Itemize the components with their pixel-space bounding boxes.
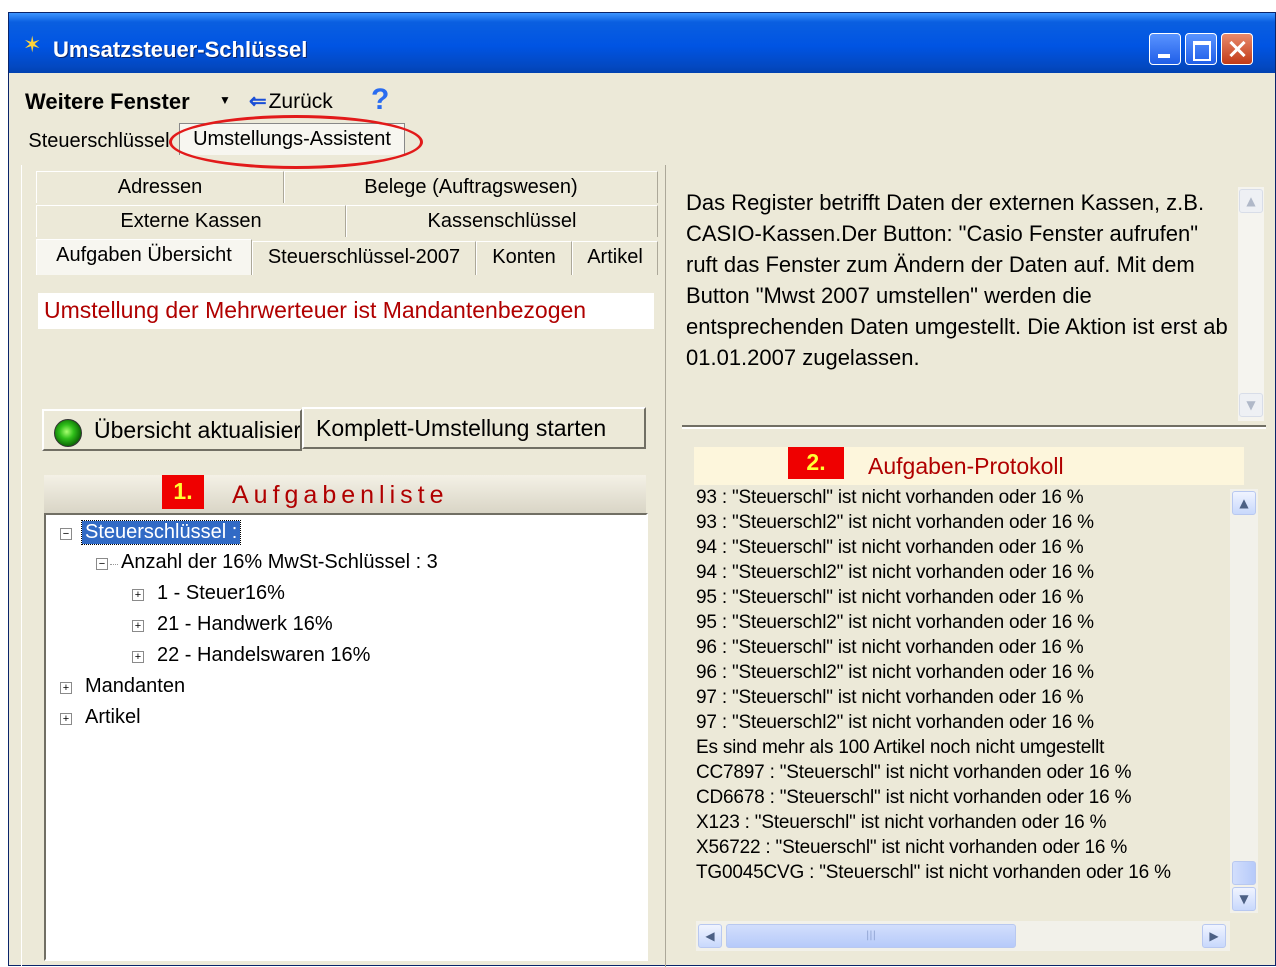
tree-label[interactable]: Artikel: [82, 706, 144, 729]
protocol-line: 94 : "Steuerschl2" ist nicht vorhanden o…: [696, 562, 1094, 583]
tree-toggle-icon[interactable]: −: [60, 528, 72, 540]
protocol-line: 95 : "Steuerschl" ist nicht vorhanden od…: [696, 587, 1084, 608]
scroll-down-icon[interactable]: ▼: [1232, 887, 1256, 911]
pane-divider[interactable]: [682, 425, 1266, 429]
back-arrow-icon: ⇐: [249, 90, 267, 113]
scroll-up-icon[interactable]: ▲: [1232, 491, 1256, 515]
scroll-left-icon[interactable]: ◀: [698, 924, 722, 948]
tree-label[interactable]: Mandanten: [82, 675, 188, 698]
protocol-line: X56722 : "Steuerschl" ist nicht vorhande…: [696, 837, 1128, 858]
back-label: Zurück: [268, 90, 333, 113]
tab-artikel[interactable]: Artikel: [572, 241, 658, 275]
protocol-line: TG0045CVG : "Steuerschl" ist nicht vorha…: [696, 862, 1171, 883]
close-button[interactable]: [1221, 33, 1253, 65]
tab-adressen[interactable]: Adressen: [36, 171, 284, 203]
annotation-ellipse: [169, 115, 423, 169]
tree-label[interactable]: 22 - Handelswaren 16%: [154, 644, 373, 667]
protocol-line: 94 : "Steuerschl" ist nicht vorhanden od…: [696, 537, 1084, 558]
protocol-line: 95 : "Steuerschl2" ist nicht vorhanden o…: [696, 612, 1094, 633]
protocol-line: 93 : "Steuerschl" ist nicht vorhanden od…: [696, 487, 1084, 508]
tab-steuerschluessel[interactable]: Steuerschlüssel: [19, 127, 179, 157]
mandant-banner: Umstellung der Mehrwerteuer ist Mandante…: [38, 293, 654, 329]
top-gap: [0, 0, 1276, 12]
tree-toggle-icon[interactable]: +: [132, 589, 144, 601]
dropdown-arrow-icon[interactable]: ▼: [219, 93, 231, 107]
scroll-right-icon[interactable]: ▶: [1202, 924, 1226, 948]
tree-label[interactable]: 21 - Handwerk 16%: [154, 613, 336, 636]
info-text: Das Register betrifft Daten der externen…: [682, 185, 1238, 423]
task-tree[interactable]: − Steuerschlüssel : − Anzahl der 16% MwS…: [44, 513, 648, 961]
task-list-header: 1. Aufgabenliste: [44, 475, 646, 513]
scroll-down-icon[interactable]: ▼: [1239, 393, 1263, 417]
protocol-line: 96 : "Steuerschl" ist nicht vorhanden od…: [696, 637, 1084, 658]
protocol-vertical-scrollbar[interactable]: ▲ ▼: [1230, 489, 1258, 913]
protocol-line: CC7897 : "Steuerschl" ist nicht vorhande…: [696, 762, 1132, 783]
start-conversion-button[interactable]: Komplett-Umstellung starten: [302, 407, 646, 449]
more-windows-menu[interactable]: Weitere Fenster: [25, 89, 190, 115]
scroll-up-icon[interactable]: ▲: [1239, 189, 1263, 213]
info-scrollbar[interactable]: ▲ ▼: [1238, 187, 1264, 421]
protocol-list[interactable]: 93 : "Steuerschl" ist nicht vorhanden od…: [694, 485, 1260, 959]
tree-toggle-icon[interactable]: +: [60, 713, 72, 725]
tab-belege[interactable]: Belege (Auftragswesen): [284, 171, 658, 203]
tree-connector: [110, 564, 118, 565]
protocol-line: Es sind mehr als 100 Artikel noch nicht …: [696, 737, 1105, 758]
maximize-button[interactable]: [1185, 33, 1217, 65]
protocol-line: 97 : "Steuerschl2" ist nicht vorhanden o…: [696, 712, 1094, 733]
protocol-line: 93 : "Steuerschl2" ist nicht vorhanden o…: [696, 512, 1094, 533]
wand-icon: ✶: [23, 33, 42, 58]
tab-externe-kassen[interactable]: Externe Kassen: [36, 205, 346, 237]
help-icon[interactable]: ?: [371, 83, 389, 117]
protocol-line: X123 : "Steuerschl" ist nicht vorhanden …: [696, 812, 1107, 833]
protocol-number-badge: 2.: [788, 447, 844, 479]
tab-aufgaben-uebersicht[interactable]: Aufgaben Übersicht: [36, 239, 252, 275]
tab-steuerschluessel-2007[interactable]: Steuerschlüssel-2007: [252, 241, 476, 275]
tree-toggle-icon[interactable]: +: [132, 651, 144, 663]
tab-konten[interactable]: Konten: [476, 241, 572, 275]
app-window: ✶ Umsatzsteuer-Schlüssel Weitere Fenster…: [8, 12, 1276, 967]
minimize-button[interactable]: [1149, 33, 1181, 65]
tab-kassenschluessel[interactable]: Kassenschlüssel: [346, 205, 658, 237]
left-pane: Adressen Belege (Auftragswesen) Externe …: [21, 165, 658, 967]
scroll-thumb[interactable]: |||: [726, 924, 1016, 948]
protocol-line: 97 : "Steuerschl" ist nicht vorhanden od…: [696, 687, 1084, 708]
window-title: Umsatzsteuer-Schlüssel: [53, 37, 308, 62]
tree-label[interactable]: 1 - Steuer16%: [154, 582, 288, 605]
scroll-thumb[interactable]: [1232, 861, 1256, 885]
tree-toggle-icon[interactable]: −: [96, 558, 108, 570]
protocol-line: 96 : "Steuerschl2" ist nicht vorhanden o…: [696, 662, 1094, 683]
tree-toggle-icon[interactable]: +: [60, 682, 72, 694]
tree-label[interactable]: Anzahl der 16% MwSt-Schlüssel : 3: [118, 551, 441, 574]
protocol-line: CD6678 : "Steuerschl" ist nicht vorhande…: [696, 787, 1132, 808]
task-list-title: Aufgabenliste: [232, 481, 449, 509]
protocol-horizontal-scrollbar[interactable]: ◀ ||| ▶: [696, 921, 1230, 951]
right-pane: Das Register betrifft Daten der externen…: [665, 165, 1273, 967]
tree-label[interactable]: Steuerschlüssel :: [80, 520, 242, 545]
protocol-title: Aufgaben-Protokoll: [868, 453, 1064, 479]
list-number-badge: 1.: [162, 475, 204, 509]
title-bar[interactable]: ✶ Umsatzsteuer-Schlüssel: [9, 13, 1275, 73]
back-button[interactable]: ⇐Zurück: [249, 89, 333, 114]
protocol-header: 2. Aufgaben-Protokoll: [694, 447, 1244, 485]
status-led-icon: [54, 419, 82, 447]
tree-toggle-icon[interactable]: +: [132, 620, 144, 632]
